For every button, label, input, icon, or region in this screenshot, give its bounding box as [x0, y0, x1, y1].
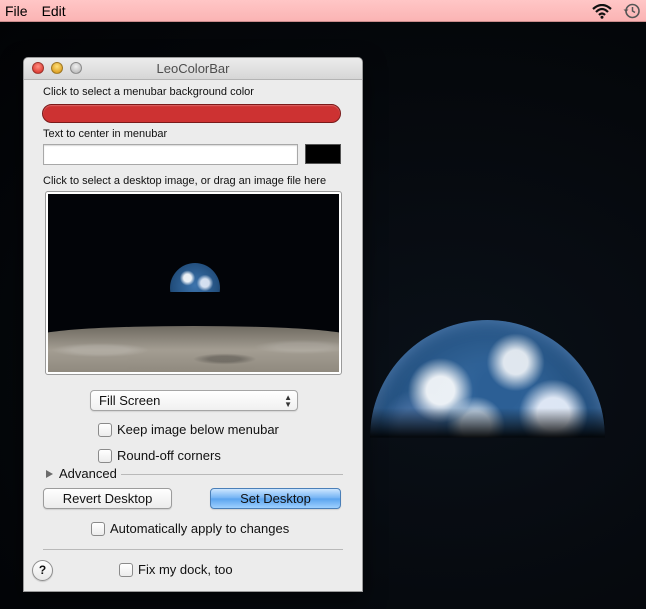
window-title: LeoColorBar — [156, 61, 230, 76]
help-button[interactable]: ? — [32, 560, 53, 581]
moon-surface — [48, 326, 339, 372]
scaling-popup-value: Fill Screen — [99, 393, 161, 408]
advanced-disclosure[interactable]: Advanced — [46, 466, 117, 481]
text-color-well[interactable] — [305, 144, 341, 164]
round-corners-checkbox[interactable] — [98, 448, 112, 463]
time-machine-icon[interactable] — [622, 2, 642, 20]
menu-file[interactable]: File — [0, 0, 35, 22]
earth-image — [370, 320, 605, 438]
menubar: File Edit — [0, 0, 646, 22]
keep-below-menubar-row[interactable]: Keep image below menubar — [98, 422, 279, 437]
keep-below-menubar-label: Keep image below menubar — [117, 422, 279, 437]
advanced-label: Advanced — [59, 466, 117, 481]
round-corners-label: Round-off corners — [117, 448, 221, 463]
round-corners-row[interactable]: Round-off corners — [98, 448, 221, 463]
auto-apply-checkbox[interactable] — [91, 521, 105, 536]
keep-below-menubar-checkbox[interactable] — [98, 422, 112, 437]
scaling-popup[interactable]: Fill Screen ▲ ▼ — [90, 390, 298, 411]
wifi-icon[interactable] — [592, 2, 612, 20]
fix-dock-checkbox[interactable] — [119, 562, 133, 577]
fix-dock-label: Fix my dock, too — [138, 562, 233, 577]
auto-apply-label: Automatically apply to changes — [110, 521, 290, 536]
window-controls — [32, 62, 82, 74]
bottom-separator — [43, 549, 343, 550]
desktop-image-well[interactable] — [45, 191, 342, 375]
fix-dock-row[interactable]: Fix my dock, too — [119, 562, 233, 577]
window-titlebar[interactable]: LeoColorBar — [24, 58, 362, 80]
menubar-color-label: Click to select a menubar background col… — [43, 86, 254, 98]
leocolorbar-window: LeoColorBar Click to select a menubar ba… — [23, 57, 363, 592]
minimize-button[interactable] — [51, 62, 63, 74]
menubar-color-well[interactable] — [42, 104, 341, 123]
auto-apply-row[interactable]: Automatically apply to changes — [91, 521, 289, 536]
revert-desktop-button[interactable]: Revert Desktop — [43, 488, 172, 509]
zoom-button[interactable] — [70, 62, 82, 74]
image-preview — [48, 194, 339, 372]
advanced-separator — [121, 474, 343, 475]
center-text-label: Text to center in menubar — [43, 128, 168, 140]
menubar-status-area — [592, 0, 642, 22]
close-button[interactable] — [32, 62, 44, 74]
center-text-input[interactable] — [43, 144, 298, 165]
disclosure-triangle-icon[interactable] — [46, 469, 53, 478]
desktop-image-label: Click to select a desktop image, or drag… — [43, 175, 327, 187]
earth-thumbnail — [170, 263, 220, 292]
set-desktop-button[interactable]: Set Desktop — [210, 488, 341, 509]
popup-arrows-icon: ▲ ▼ — [284, 393, 292, 409]
menu-edit[interactable]: Edit — [35, 0, 73, 22]
